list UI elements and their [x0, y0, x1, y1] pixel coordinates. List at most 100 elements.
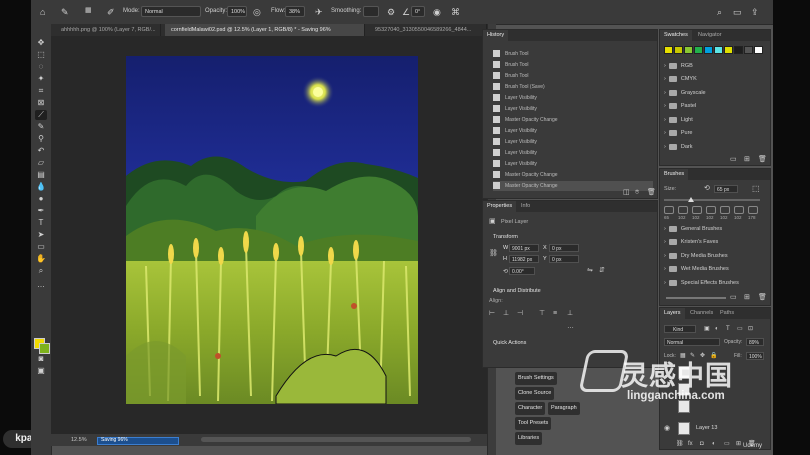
history-item[interactable]: Layer Visibility — [493, 137, 653, 147]
tab-properties[interactable]: Properties — [483, 201, 517, 212]
color-swatch[interactable] — [704, 46, 713, 54]
camera-icon[interactable]: ⌾ — [635, 188, 639, 198]
flow-field[interactable]: 38% — [285, 6, 305, 17]
layer-opacity-field[interactable]: 89% — [746, 338, 764, 346]
brush-preset-icon[interactable]: ✎ — [61, 7, 69, 17]
color-swatch[interactable] — [754, 46, 763, 54]
brush-size-slider-handle[interactable] — [688, 197, 694, 202]
height-field[interactable]: 11982 px — [509, 255, 539, 263]
search-icon[interactable]: ⌕ — [717, 7, 722, 17]
zoom-tool-icon[interactable]: ⌕ — [35, 266, 47, 276]
new-brush-icon[interactable]: ⬚ — [752, 184, 760, 194]
history-item[interactable]: Brush Tool — [493, 60, 653, 70]
color-swatch[interactable] — [744, 46, 753, 54]
smoothing-field[interactable] — [363, 6, 379, 17]
align-left-icon[interactable]: ⊢ — [489, 309, 495, 319]
tab-brushes[interactable]: Brushes — [660, 169, 689, 180]
share-icon[interactable]: ⇪ — [751, 7, 759, 17]
mask-icon[interactable]: ◘ — [700, 439, 704, 449]
tab-character[interactable]: Character — [515, 402, 546, 415]
new-group-icon[interactable]: ▭ — [730, 293, 737, 303]
blur-tool-icon[interactable]: 💧 — [35, 182, 47, 192]
brush-preset[interactable] — [664, 206, 674, 214]
stamp-tool-icon[interactable]: ⚲ — [35, 134, 47, 144]
trash-icon[interactable]: 🗑 — [758, 293, 767, 303]
swatch-folder-rgb[interactable]: › RGB — [664, 60, 693, 72]
filter-smart-icon[interactable]: ⊡ — [748, 324, 753, 334]
tab-channels[interactable]: Channels — [686, 308, 717, 319]
tab-navigator[interactable]: Navigator — [694, 30, 726, 41]
smoothing-options-icon[interactable]: ⚙ — [387, 7, 395, 17]
history-brush-tool-icon[interactable]: ↶ — [35, 146, 47, 156]
filter-shape-icon[interactable]: ▭ — [737, 324, 743, 334]
filter-adjust-icon[interactable]: ◐ — [715, 324, 719, 334]
more-options-icon[interactable]: … — [567, 322, 574, 332]
history-item[interactable]: Brush Tool — [493, 71, 653, 81]
link-layers-icon[interactable]: ⛓ — [676, 439, 684, 449]
transform-title[interactable]: Transform — [493, 234, 518, 240]
workspace-icon[interactable]: ▭ — [733, 7, 742, 17]
layer-name[interactable]: Layer 13 — [696, 420, 717, 437]
horizontal-scrollbar[interactable] — [201, 437, 471, 442]
color-swatch[interactable] — [674, 46, 683, 54]
tab-document-2[interactable]: cornfieldMalawi02.psd @ 12.5% (Layer 1, … — [165, 24, 365, 36]
history-item[interactable]: Layer Visibility — [493, 126, 653, 136]
new-layer-icon[interactable]: ⊞ — [736, 439, 741, 449]
path-select-tool-icon[interactable]: ➤ — [35, 230, 47, 240]
tab-document-3[interactable]: 95327040_3130550046589266_4844... — [369, 24, 487, 36]
screen-mode-icon[interactable]: ▣ — [35, 366, 47, 376]
align-middle-icon[interactable]: ≡ — [553, 309, 557, 319]
quick-select-tool-icon[interactable]: ✦ — [35, 74, 47, 84]
brush-preset[interactable] — [734, 206, 744, 214]
align-distribute-title[interactable]: Align and Distribute — [493, 288, 541, 294]
new-group-icon[interactable]: ▭ — [724, 439, 730, 449]
trash-icon[interactable]: 🗑 — [647, 188, 656, 198]
swatch-folder-dark[interactable]: › Dark — [664, 141, 692, 153]
history-item[interactable]: Layer Visibility — [493, 104, 653, 114]
opacity-field[interactable]: 100% — [227, 6, 247, 17]
airbrush-icon[interactable]: ✈ — [315, 7, 323, 17]
tab-layers[interactable]: Layers — [660, 308, 685, 319]
color-swatch[interactable] — [664, 46, 673, 54]
move-tool-icon[interactable]: ✥ — [35, 38, 47, 48]
new-snapshot-icon[interactable]: ◫ — [623, 188, 630, 198]
tab-paths[interactable]: Paths — [716, 308, 738, 319]
quick-mask-icon[interactable]: ◙ — [35, 354, 47, 364]
swatch-folder-pastel[interactable]: › Pastel — [664, 100, 696, 112]
tab-brush-settings[interactable]: Brush Settings — [515, 372, 557, 385]
brush-folder-special[interactable]: › Special Effects Brushes — [664, 277, 739, 289]
tab-document-1[interactable]: ahhhhh.png @ 100% (Layer 7, RGB/... — [55, 24, 161, 36]
painting-canvas[interactable] — [126, 56, 418, 404]
dodge-tool-icon[interactable]: ● — [35, 194, 47, 204]
canvas-area[interactable] — [51, 36, 487, 434]
flip-horizontal-icon[interactable]: ⇋ — [587, 266, 593, 276]
brush-tool-icon[interactable]: ✎ — [35, 122, 47, 132]
artboard-tool-icon[interactable]: ⬚ — [35, 50, 47, 60]
shape-tool-icon[interactable]: ▭ — [35, 242, 47, 252]
swatch-folder-grayscale[interactable]: › Grayscale — [664, 87, 706, 99]
background-color-swatch[interactable] — [39, 343, 50, 354]
brush-preset[interactable] — [720, 206, 730, 214]
history-item[interactable]: Master Opacity Change — [493, 115, 653, 125]
swatch-folder-light[interactable]: › Light — [664, 114, 693, 126]
angle-field[interactable]: 0° — [411, 6, 425, 17]
layer-filter-kind[interactable]: Kind — [664, 325, 696, 333]
eraser-tool-icon[interactable]: ▱ — [35, 158, 47, 168]
blend-mode-select[interactable]: Normal — [664, 338, 720, 346]
align-right-icon[interactable]: ⊣ — [517, 309, 523, 319]
color-swatch[interactable] — [724, 46, 733, 54]
symmetry-icon[interactable]: ⌘ — [451, 7, 460, 17]
brush-settings-icon[interactable]: ✐ — [107, 7, 115, 17]
layer-row-13[interactable]: ◉ Layer 13 — [664, 420, 764, 437]
tab-swatches[interactable]: Swatches — [660, 30, 692, 41]
align-center-icon[interactable]: ⊥ — [503, 309, 509, 319]
history-item[interactable]: Layer Visibility — [493, 93, 653, 103]
brush-folder-faves[interactable]: › Kristen's Faves — [664, 236, 718, 248]
brush-preset[interactable] — [692, 206, 702, 214]
frame-tool-icon[interactable]: ⊠ — [35, 98, 47, 108]
filter-pixel-icon[interactable]: ▣ — [704, 324, 710, 334]
history-item[interactable]: Layer Visibility — [493, 148, 653, 158]
reset-icon[interactable]: ⟲ — [704, 184, 710, 194]
brush-size-field[interactable]: 65 px — [714, 185, 738, 193]
tab-tool-presets[interactable]: Tool Presets — [515, 417, 552, 430]
